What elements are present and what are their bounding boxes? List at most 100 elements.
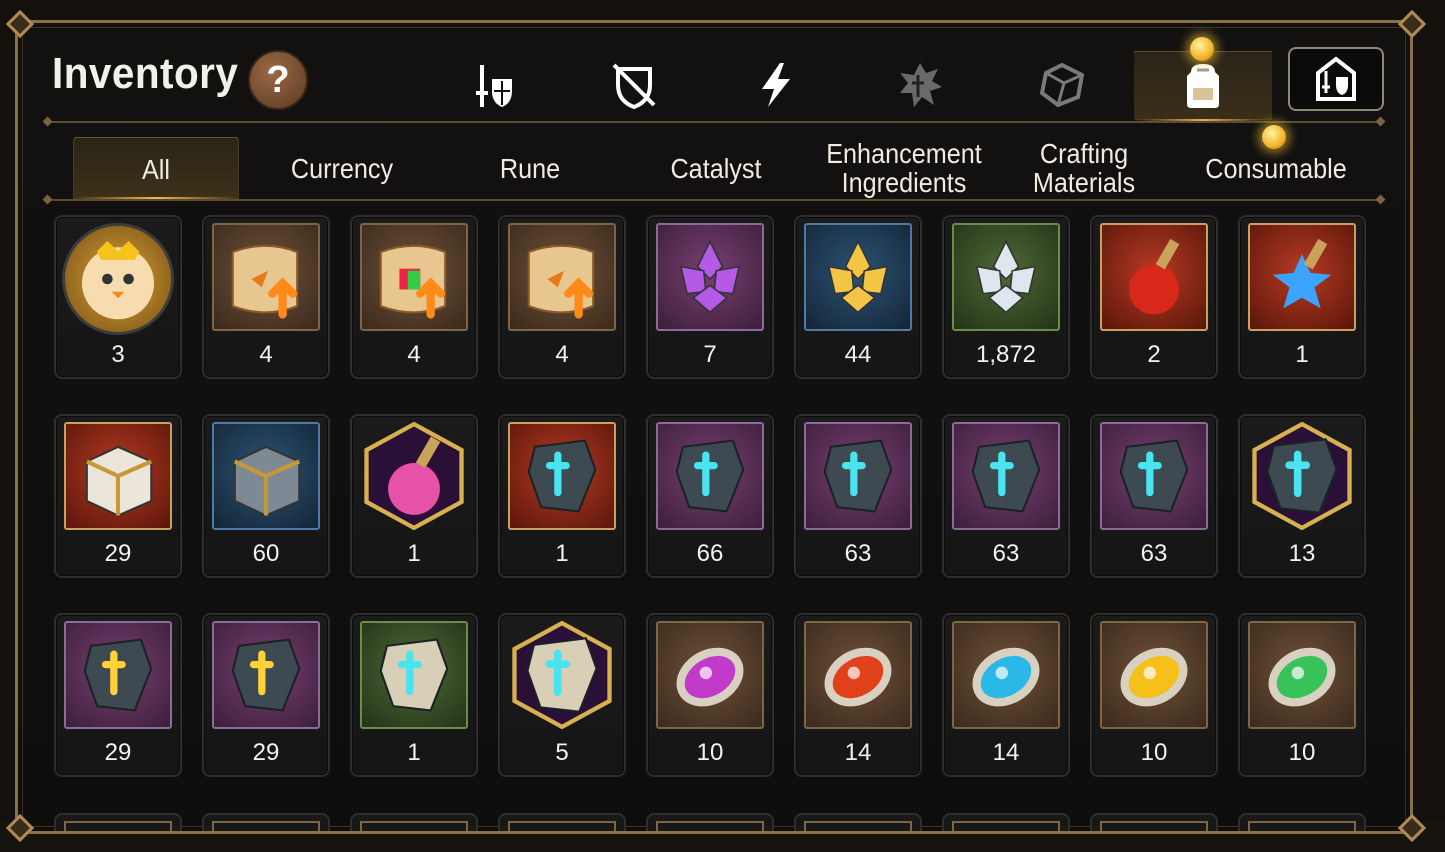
item-count: 3 — [111, 341, 125, 368]
helm-rune-stone-icon — [954, 424, 1058, 528]
tab-enhancement-ingredients[interactable]: Enhancement Ingredients — [823, 137, 985, 199]
sword-shield-icon — [476, 65, 512, 107]
item-slot[interactable]: 44 — [794, 215, 922, 379]
item-frame — [212, 223, 320, 331]
item-count: 1,872 — [975, 341, 1037, 368]
item-slot[interactable]: 1 — [350, 613, 478, 777]
item-slot[interactable]: 3 — [54, 215, 182, 379]
tab-currency[interactable]: Currency — [259, 137, 425, 199]
item-count: 4 — [259, 341, 273, 368]
item-slot[interactable]: 29 — [54, 414, 182, 578]
item-slot-partial[interactable] — [54, 813, 182, 831]
tab-materials[interactable] — [1002, 51, 1122, 119]
tab-items[interactable] — [1134, 51, 1272, 122]
green-orb-icon — [1250, 623, 1354, 727]
item-slot-partial[interactable] — [1238, 813, 1366, 831]
item-frame — [360, 621, 468, 729]
item-frame — [952, 422, 1060, 530]
item-count: 10 — [1140, 739, 1168, 766]
item-slot-partial[interactable] — [1090, 813, 1218, 831]
item-slot[interactable]: 14 — [942, 613, 1070, 777]
tab-crafting-materials[interactable]: Crafting Materials — [1012, 137, 1156, 199]
item-slot[interactable]: 1 — [498, 414, 626, 578]
item-count: 14 — [844, 739, 872, 766]
crossed-shield-icon — [612, 63, 656, 110]
pink-potion-icon — [360, 422, 468, 530]
tab-catalyst[interactable]: Catalyst — [633, 137, 799, 199]
help-button[interactable]: ? — [248, 50, 308, 110]
item-slot[interactable]: 63 — [794, 414, 922, 578]
item-frame — [508, 422, 616, 530]
spiral-rune-stone-icon — [806, 424, 910, 528]
item-frame — [62, 223, 174, 335]
star-potion-icon — [1250, 225, 1354, 329]
item-slot[interactable]: 1,872 — [942, 215, 1070, 379]
tab-equipment[interactable] — [434, 51, 554, 119]
item-slot-partial[interactable] — [646, 813, 774, 831]
sword-rune-stone-icon — [658, 424, 762, 528]
item-count: 1 — [555, 540, 569, 567]
tab-skills[interactable] — [716, 51, 836, 119]
item-slot[interactable]: 10 — [1238, 613, 1366, 777]
item-slot-partial[interactable] — [794, 813, 922, 831]
item-count: 14 — [992, 739, 1020, 766]
rune-icon — [900, 63, 942, 107]
loadout-button[interactable] — [1288, 47, 1384, 111]
item-frame — [804, 422, 912, 530]
item-slot[interactable]: 63 — [942, 414, 1070, 578]
item-frame — [1248, 621, 1356, 729]
header-divider — [48, 121, 1380, 123]
item-slot[interactable]: 66 — [646, 414, 774, 578]
tab-all[interactable]: All — [73, 137, 239, 200]
item-slot[interactable]: 29 — [202, 613, 330, 777]
item-count: 5 — [555, 739, 569, 766]
item-slot[interactable]: 4 — [498, 215, 626, 379]
item-frame — [1100, 821, 1208, 831]
item-slot[interactable]: 60 — [202, 414, 330, 578]
item-count: 66 — [696, 540, 724, 567]
item-slot[interactable]: 10 — [646, 613, 774, 777]
item-frame — [1248, 821, 1356, 831]
item-frame — [212, 422, 320, 530]
silver-chest-icon — [214, 424, 318, 528]
item-slot[interactable]: 4 — [202, 215, 330, 379]
item-slot[interactable]: 10 — [1090, 613, 1218, 777]
item-count: 4 — [555, 341, 569, 368]
item-slot[interactable]: 63 — [1090, 414, 1218, 578]
item-slot[interactable]: 13 — [1238, 414, 1366, 578]
item-slot[interactable]: 1 — [350, 414, 478, 578]
item-frame — [1248, 422, 1356, 530]
page-title: Inventory — [52, 49, 239, 98]
item-slot-partial[interactable] — [202, 813, 330, 831]
item-frame — [212, 621, 320, 729]
item-count: 29 — [104, 739, 132, 766]
item-slot-partial[interactable] — [350, 813, 478, 831]
item-count: 44 — [844, 341, 872, 368]
purple-crystal-icon — [658, 225, 762, 329]
castle-equipment-icon — [1316, 56, 1356, 101]
item-slot[interactable]: 14 — [794, 613, 922, 777]
item-slot[interactable]: 4 — [350, 215, 478, 379]
blue-orb-icon — [954, 623, 1058, 727]
item-slot[interactable]: 29 — [54, 613, 182, 777]
item-slot-partial[interactable] — [942, 813, 1070, 831]
tab-runes[interactable] — [860, 51, 980, 119]
item-slot[interactable]: 7 — [646, 215, 774, 379]
item-slot[interactable]: 5 — [498, 613, 626, 777]
item-grid: 3 4 4 4 7 44 1,872 2 1 29 60 1 1 66 63 63 63 13 29 29 1 5 10 14… — [54, 215, 1384, 831]
item-count: 7 — [703, 341, 717, 368]
notification-dot — [1262, 125, 1286, 149]
item-slot[interactable]: 1 — [1238, 215, 1366, 379]
subtab-divider — [48, 199, 1380, 201]
notification-dot — [1190, 37, 1214, 61]
gold-hammer-stone-icon — [66, 623, 170, 727]
tab-rune[interactable]: Rune — [447, 137, 613, 199]
gold-chest-icon — [66, 424, 170, 528]
item-slot-partial[interactable] — [498, 813, 626, 831]
item-frame — [804, 821, 912, 831]
item-slot[interactable]: 2 — [1090, 215, 1218, 379]
tab-unequipped[interactable] — [574, 51, 694, 119]
item-count: 63 — [992, 540, 1020, 567]
inventory-panel: Inventory ? All Currency Rune Catalyst E… — [15, 20, 1413, 834]
cross-rune-stone-icon — [1248, 422, 1356, 530]
